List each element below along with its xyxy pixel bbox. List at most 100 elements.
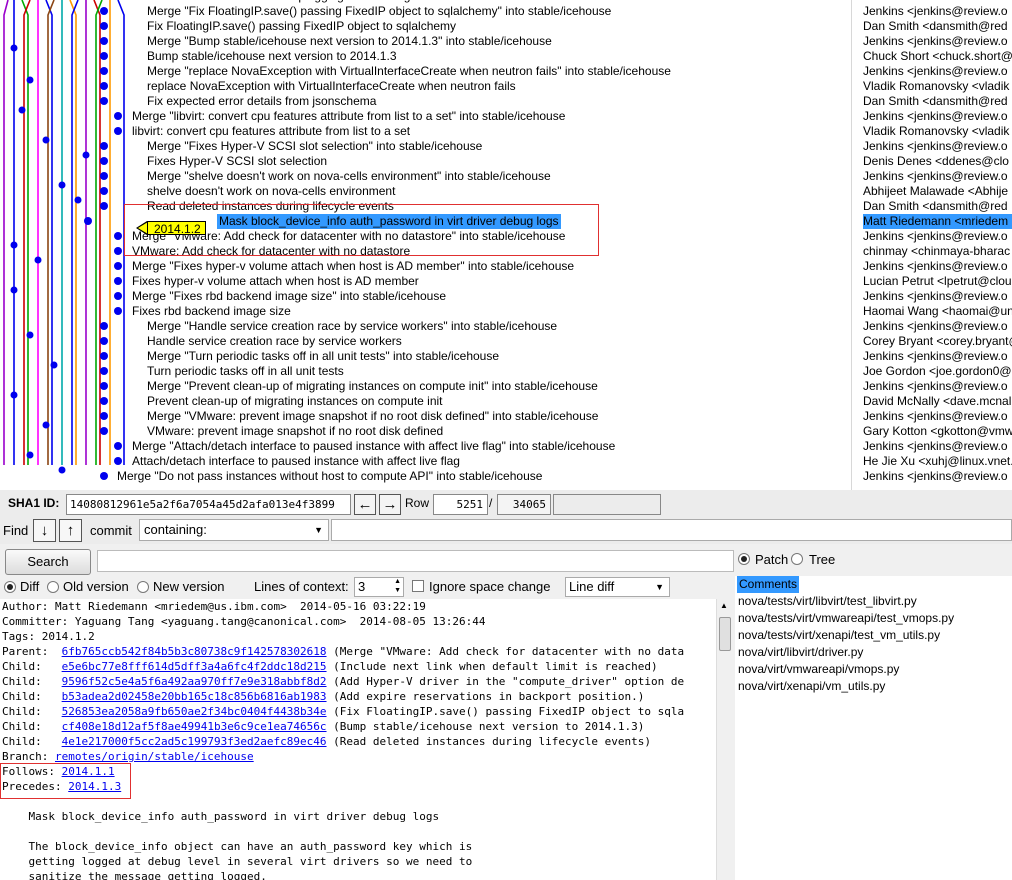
- commit-row[interactable]: Handle service creation race by service …: [0, 334, 1012, 349]
- file-item[interactable]: nova/virt/xenapi/vm_utils.py: [738, 678, 885, 695]
- commit-row[interactable]: libvirt: convert cpu features attribute …: [0, 124, 1012, 139]
- commit-row[interactable]: Fixes hyper-v volume attach when host is…: [0, 274, 1012, 289]
- commit-row[interactable]: Bump stable/icehouse next version to 201…: [0, 49, 1012, 64]
- child-sha-link[interactable]: 9596f52c5e4a5f6a492aa970ff7e9e318abbf8d2: [62, 675, 327, 688]
- child-desc: (Bump stable/icehouse next version to 20…: [326, 720, 645, 733]
- pane-divider[interactable]: [851, 0, 852, 490]
- commit-message: Merge "Prevent clean-up of migrating ins…: [147, 379, 598, 393]
- commit-row[interactable]: Merge "Attach/detach interface to paused…: [0, 439, 1012, 454]
- commit-author: Denis Denes <ddenes@clo: [863, 154, 1009, 168]
- file-item[interactable]: nova/tests/virt/xenapi/test_vm_utils.py: [738, 627, 940, 644]
- commit-author: Jenkins <jenkins@review.o: [863, 109, 1008, 123]
- commit-message: shelve doesn't work on nova-cells enviro…: [147, 184, 396, 198]
- commit-author: Joe Gordon <joe.gordon0@: [863, 364, 1012, 378]
- parent-line: Parent: 6fb765ccb542f84b5b3c80738c9f1425…: [2, 644, 684, 659]
- commit-history-pane[interactable]: Fix race condition with vif plugging in …: [0, 0, 1012, 490]
- back-button[interactable]: ←: [354, 494, 376, 515]
- commit-author: Matt Riedemann <mriedem: [863, 214, 1012, 229]
- file-item[interactable]: nova/virt/libvirt/driver.py: [738, 644, 863, 661]
- child-sha-link[interactable]: e5e6bc77e8fff614d5dff3a4a6fc4f2ddc18d215: [62, 660, 327, 673]
- commit-row[interactable]: Merge "replace NovaException with Virtua…: [0, 64, 1012, 79]
- commit-row[interactable]: Merge "VMware: prevent image snapshot if…: [0, 409, 1012, 424]
- commit-row[interactable]: Prevent clean-up of migrating instances …: [0, 394, 1012, 409]
- find-mode-value: containing:: [144, 522, 207, 537]
- child-label: Child:: [2, 705, 42, 718]
- commit-subject: Mask block_device_info auth_password in …: [2, 810, 440, 823]
- commit-details[interactable]: Author: Matt Riedemann <mriedem@us.ibm.c…: [0, 599, 716, 880]
- commit-row[interactable]: Merge "Do not pass instances without hos…: [0, 469, 1012, 484]
- commit-message: replace NovaException with VirtualInterf…: [147, 79, 516, 93]
- commit-row[interactable]: VMware: prevent image snapshot if no roo…: [0, 424, 1012, 439]
- commit-row[interactable]: Fix FloatingIP.save() passing FixedIP ob…: [0, 19, 1012, 34]
- child-desc: (Add expire reservations in backport pos…: [326, 690, 645, 703]
- commit-body-line: The block_device_info object can have an…: [2, 840, 473, 853]
- commit-body-line: sanitize the message getting logged.: [2, 870, 267, 880]
- context-label: Lines of context:: [254, 579, 349, 594]
- commit-author: Jenkins <jenkins@review.o: [863, 379, 1008, 393]
- child-sha-link[interactable]: cf408e18d12af5f8ae49941b3e6c9ce1ea74656c: [62, 720, 327, 733]
- child-desc: (Include next link when default limit is…: [326, 660, 658, 673]
- file-item[interactable]: nova/virt/vmwareapi/vmops.py: [738, 661, 899, 678]
- file-item[interactable]: nova/tests/virt/libvirt/test_libvirt.py: [738, 593, 917, 610]
- commit-author: Corey Bryant <corey.bryant@: [863, 334, 1012, 348]
- line-diff-select[interactable]: Line diff ▼: [565, 577, 670, 597]
- find-mode-select[interactable]: containing: ▼: [139, 519, 329, 541]
- commit-row[interactable]: Merge "shelve doesn't work on nova-cells…: [0, 169, 1012, 184]
- search-button[interactable]: Search: [5, 549, 91, 575]
- commit-row[interactable]: Merge "Fix FloatingIP.save() passing Fix…: [0, 4, 1012, 19]
- find-input[interactable]: [331, 519, 1012, 541]
- scroll-up-icon[interactable]: ▲: [720, 601, 728, 610]
- row-current-field: 5251: [433, 494, 488, 515]
- commit-row[interactable]: Merge "Fixes Hyper-V SCSI slot selection…: [0, 139, 1012, 154]
- commit-row[interactable]: Merge "libvirt: convert cpu features att…: [0, 109, 1012, 124]
- diff-options-bar: Diff Old version New version Lines of co…: [0, 576, 735, 599]
- context-lines-spinbox[interactable]: 3 ▲ ▼: [354, 577, 404, 597]
- child-sha-link[interactable]: b53adea2d02458e20bb165c18c856b6816ab1983: [62, 690, 327, 703]
- diff-radio-label: Diff: [20, 579, 40, 594]
- child-label: Child:: [2, 660, 42, 673]
- diff-radio[interactable]: [4, 581, 16, 593]
- commit-row[interactable]: Merge "Turn periodic tasks off in all un…: [0, 349, 1012, 364]
- ignore-space-checkbox[interactable]: [412, 580, 424, 592]
- commit-row[interactable]: Turn periodic tasks off in all unit test…: [0, 364, 1012, 379]
- find-prev-button[interactable]: ↑: [59, 519, 82, 542]
- find-next-button[interactable]: ↓: [33, 519, 56, 542]
- old-version-radio[interactable]: [47, 581, 59, 593]
- commit-row[interactable]: Merge "Bump stable/icehouse next version…: [0, 34, 1012, 49]
- parent-label: Parent:: [2, 645, 49, 658]
- commit-row[interactable]: Fixes rbd backend image size Haomai Wang …: [0, 304, 1012, 319]
- child-sha-link[interactable]: 526853ea2058a9fb650ae2f34bc0404f4438b34e: [62, 705, 327, 718]
- sha1-field[interactable]: 14080812961e5a2f6a7054a45d2afa013e4f3899: [66, 494, 351, 515]
- commit-message: Merge "Fixes rbd backend image size" int…: [132, 289, 447, 303]
- details-scrollbar[interactable]: ▲: [716, 599, 733, 880]
- commit-row[interactable]: Attach/detach interface to paused instan…: [0, 454, 1012, 469]
- commit-row[interactable]: Merge "Handle service creation race by s…: [0, 319, 1012, 334]
- child-sha-link[interactable]: 4e1e217000f5cc2ad5c199793f3ed2aefc89ec46: [62, 735, 327, 748]
- commit-author: Haomai Wang <haomai@un: [863, 304, 1012, 318]
- commit-row[interactable]: shelve doesn't work on nova-cells enviro…: [0, 184, 1012, 199]
- commit-message: libvirt: convert cpu features attribute …: [132, 124, 411, 138]
- commit-row[interactable]: Merge "Fixes hyper-v volume attach when …: [0, 259, 1012, 274]
- commit-row[interactable]: Merge "Prevent clean-up of migrating ins…: [0, 379, 1012, 394]
- highlight-box-selected-commit: [124, 204, 599, 256]
- new-version-radio[interactable]: [137, 581, 149, 593]
- branch-link[interactable]: remotes/origin/stable/icehouse: [55, 750, 254, 763]
- commit-author: Abhijeet Malawade <Abhije: [863, 184, 1009, 198]
- commit-author: chinmay <chinmaya-bharac: [863, 244, 1011, 258]
- forward-button[interactable]: →: [379, 494, 401, 515]
- down-arrow-icon: ↓: [40, 522, 49, 539]
- parent-sha-link[interactable]: 6fb765ccb542f84b5b3c80738c9f142578302618: [62, 645, 327, 658]
- commit-row[interactable]: Fixes Hyper-V SCSI slot selection Denis D…: [0, 154, 1012, 169]
- tree-radio[interactable]: [791, 553, 803, 565]
- file-item-comments[interactable]: Comments: [737, 576, 800, 593]
- commit-row[interactable]: Fix expected error details from jsonsche…: [0, 94, 1012, 109]
- commit-row[interactable]: Merge "Fixes rbd backend image size" int…: [0, 289, 1012, 304]
- commit-row[interactable]: replace NovaException with VirtualInterf…: [0, 79, 1012, 94]
- commit-author: Jenkins <jenkins@review.o: [863, 289, 1008, 303]
- scroll-thumb[interactable]: [719, 617, 731, 651]
- child-line: Child: 526853ea2058a9fb650ae2f34bc0404f4…: [2, 704, 684, 719]
- search-input[interactable]: [97, 550, 734, 572]
- commit-author: Dan Smith <dansmith@red: [863, 19, 1008, 33]
- file-item[interactable]: nova/tests/virt/vmwareapi/test_vmops.py: [738, 610, 954, 627]
- patch-radio[interactable]: [738, 553, 750, 565]
